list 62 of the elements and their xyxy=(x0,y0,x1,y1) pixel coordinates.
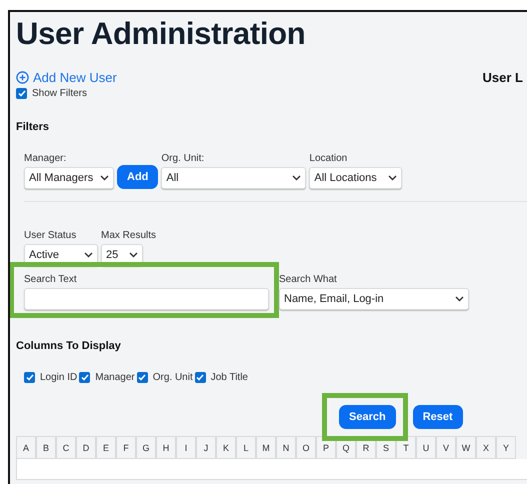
field-label: Search What xyxy=(279,274,338,285)
column-checkbox[interactable] xyxy=(136,372,148,383)
chevron-down-icon xyxy=(292,175,302,181)
add-button[interactable]: Add xyxy=(117,165,158,189)
letter-filter-tab[interactable]: C xyxy=(56,436,76,459)
search-button[interactable]: Search xyxy=(339,405,396,429)
chevron-down-icon xyxy=(455,296,464,302)
letter-filter-tab[interactable]: O xyxy=(296,436,316,459)
letter-filter-tab[interactable]: N xyxy=(276,436,296,459)
chevron-down-icon xyxy=(84,252,93,258)
letter-filter-tab[interactable]: B xyxy=(36,436,56,459)
filters-heading: Filters xyxy=(16,121,50,133)
search-what-select[interactable]: Name, Email, Log-in xyxy=(279,288,469,310)
letter-filter-tab[interactable]: I xyxy=(176,436,196,459)
letter-filter-tab[interactable]: W xyxy=(456,436,476,459)
check-icon xyxy=(80,374,89,381)
chevron-down-icon xyxy=(100,175,109,181)
check-icon xyxy=(18,90,26,97)
reset-button[interactable]: Reset xyxy=(412,405,463,429)
checkbox-label: Job Title xyxy=(210,372,248,383)
chevron-down-icon xyxy=(388,175,398,181)
letter-filter-tab[interactable]: Y xyxy=(496,436,516,459)
letter-filter-tab[interactable]: X xyxy=(476,436,496,459)
field-label: Location xyxy=(309,153,348,164)
section-heading: User L xyxy=(482,70,523,85)
org-unit-select[interactable]: All xyxy=(161,167,306,189)
search-text-field[interactable] xyxy=(24,288,269,310)
field-label: Org. Unit: xyxy=(161,153,206,164)
checkbox-label: Manager xyxy=(95,372,135,383)
letter-filter-tab[interactable]: G xyxy=(136,436,156,459)
checkbox-label: Login ID xyxy=(40,372,78,383)
letter-filter-tab[interactable]: E xyxy=(96,436,116,459)
letter-filter-tab[interactable]: U xyxy=(416,436,436,459)
chevron-down-icon xyxy=(129,252,138,258)
letter-filter-tab[interactable]: K xyxy=(216,436,236,459)
letter-filter-tab[interactable]: H xyxy=(156,436,176,459)
page-title: User Administration xyxy=(16,15,306,53)
column-checkbox[interactable] xyxy=(79,372,90,383)
field-label: Max Results xyxy=(101,230,156,241)
column-checkbox[interactable] xyxy=(24,372,35,383)
letter-filter-tab[interactable]: J xyxy=(196,436,216,459)
check-icon xyxy=(26,374,34,381)
column-checkbox[interactable] xyxy=(194,372,206,383)
plus-circle-icon xyxy=(16,71,29,84)
check-icon xyxy=(196,374,204,381)
columns-heading: Columns To Display xyxy=(16,340,122,352)
manager-select[interactable]: All Managers xyxy=(24,167,114,189)
field-label: User Status xyxy=(24,230,78,241)
show-filters-checkbox[interactable] xyxy=(16,88,27,99)
letter-filter-tab[interactable]: V xyxy=(436,436,456,459)
letter-filter-tab[interactable]: M xyxy=(256,436,276,459)
field-label: Manager: xyxy=(24,153,68,164)
check-icon xyxy=(138,374,146,381)
letter-filter-tab[interactable]: D xyxy=(76,436,96,459)
checkbox-label: Show Filters xyxy=(32,88,88,99)
letter-filter-tab[interactable]: F xyxy=(116,436,136,459)
field-label: Search Text xyxy=(24,274,78,285)
add-new-user-link[interactable]: Add New User xyxy=(16,70,117,85)
letter-filter-tab[interactable]: A xyxy=(16,436,36,459)
letter-filter-tab[interactable]: L xyxy=(236,436,256,459)
checkbox-label: Org. Unit xyxy=(152,372,193,383)
location-select[interactable]: All Locations xyxy=(309,167,402,189)
